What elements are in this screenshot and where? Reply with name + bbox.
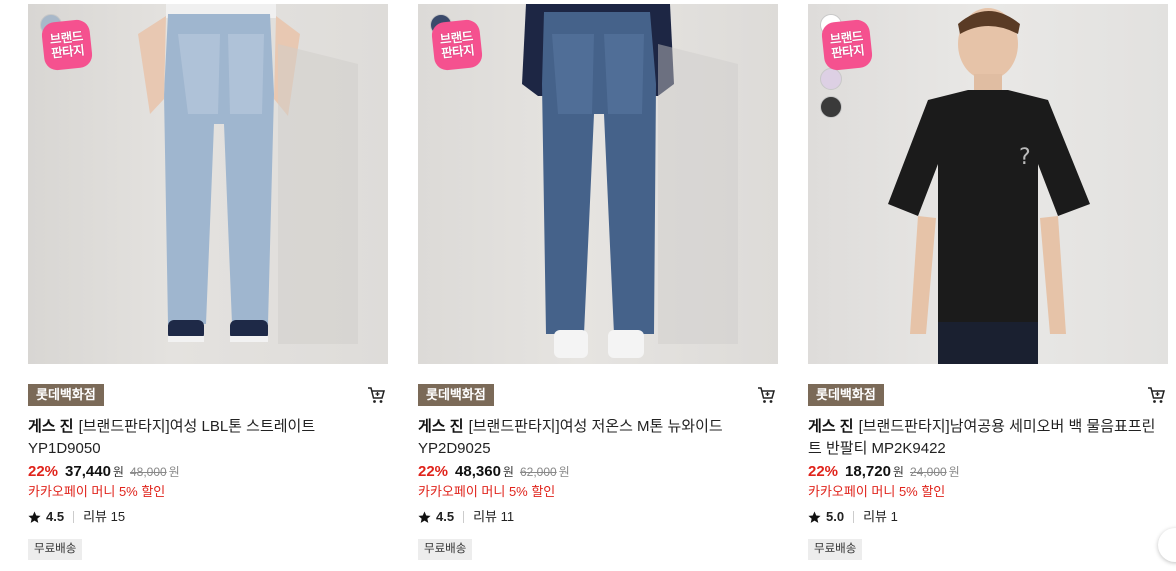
store-tag: 롯데백화점 (418, 384, 494, 406)
product-image[interactable]: 브랜드판타지 (418, 4, 778, 364)
price-row: 22% 37,440 원 48,000 원 (28, 462, 388, 482)
star-icon (418, 511, 431, 523)
original-currency-label: 원 (168, 465, 180, 479)
currency-label: 원 (502, 465, 514, 479)
review-row: 4.5 리뷰 11 (418, 509, 778, 525)
brand-name: 게스 진 (418, 418, 464, 435)
product-title[interactable]: 게스 진 [브랜드판타지]남여공용 세미오버 백 물음표프린트 반팔티 MP2K9… (808, 416, 1160, 460)
cart-icon[interactable] (756, 385, 776, 405)
divider (853, 511, 855, 523)
original-price: 24,000 (909, 465, 947, 479)
review-count: 리뷰 11 (473, 509, 515, 524)
rating-value: 5.0 (826, 509, 845, 524)
discount-rate: 22% (418, 463, 449, 480)
sale-price: 18,720 (845, 463, 891, 480)
color-swatch-charcoal[interactable] (820, 96, 842, 118)
product-image[interactable]: ? 브랜드판타지 (808, 4, 1168, 364)
product-name: [브랜드판타지]남여공용 세미오버 백 물음표프린트 반팔티 MP2K9422 (808, 418, 1156, 457)
store-tag: 롯데백화점 (28, 384, 104, 406)
promo-text: 카카오페이 머니 5% 할인 (28, 484, 166, 499)
product-card[interactable]: 브랜드판타지 롯데백화점 게스 진 [브랜드판타지]여성 LBL톤 스트레이트 Y… (28, 4, 388, 560)
rating-value: 4.5 (46, 509, 65, 524)
product-title[interactable]: 게스 진 [브랜드판타지]여성 저온스 M톤 뉴와이드 YP2D9025 (418, 416, 770, 460)
promo-text: 카카오페이 머니 5% 할인 (418, 484, 556, 499)
brand-fantasy-badge: 브랜드판타지 (430, 18, 484, 72)
original-currency-label: 원 (948, 465, 960, 479)
currency-label: 원 (892, 465, 904, 479)
original-currency-label: 원 (558, 465, 570, 479)
discount-rate: 22% (28, 463, 59, 480)
original-price: 62,000 (519, 465, 557, 479)
free-shipping-tag: 무료배송 (808, 539, 863, 560)
price-row: 22% 48,360 원 62,000 원 (418, 462, 778, 482)
sale-price: 37,440 (65, 463, 111, 480)
sale-price: 48,360 (455, 463, 501, 480)
star-icon (808, 511, 821, 523)
store-tag: 롯데백화점 (808, 384, 884, 406)
brand-name: 게스 진 (808, 418, 854, 435)
review-row: 5.0 리뷰 1 (808, 509, 1168, 525)
free-shipping-tag: 무료배송 (418, 539, 473, 560)
brand-fantasy-badge: 브랜드판타지 (820, 18, 874, 72)
color-swatch-lavender[interactable] (820, 68, 842, 90)
star-icon (28, 511, 41, 523)
product-image[interactable]: 브랜드판타지 (28, 4, 388, 364)
product-title[interactable]: 게스 진 [브랜드판타지]여성 LBL톤 스트레이트 YP1D9050 (28, 416, 380, 460)
promo-text: 카카오페이 머니 5% 할인 (808, 484, 946, 499)
brand-fantasy-badge: 브랜드판타지 (40, 18, 94, 72)
free-shipping-tag: 무료배송 (28, 539, 83, 560)
divider (463, 511, 465, 523)
review-row: 4.5 리뷰 15 (28, 509, 388, 525)
product-card[interactable]: 브랜드판타지 롯데백화점 게스 진 [브랜드판타지]여성 저온스 M톤 뉴와이드 … (418, 4, 778, 560)
cart-icon[interactable] (1146, 385, 1166, 405)
svg-text:?: ? (1019, 145, 1031, 170)
cart-icon[interactable] (366, 385, 386, 405)
price-row: 22% 18,720 원 24,000 원 (808, 462, 1168, 482)
product-card[interactable]: ? 브랜드판타지 롯데백화점 게스 진 [브랜드판타지]남여공용 세미오버 백 물… (808, 4, 1168, 560)
currency-label: 원 (112, 465, 124, 479)
review-count: 리뷰 1 (863, 509, 898, 524)
divider (73, 511, 75, 523)
original-price: 48,000 (129, 465, 167, 479)
discount-rate: 22% (808, 463, 839, 480)
rating-value: 4.5 (436, 509, 455, 524)
review-count: 리뷰 15 (83, 509, 126, 524)
brand-name: 게스 진 (28, 418, 74, 435)
